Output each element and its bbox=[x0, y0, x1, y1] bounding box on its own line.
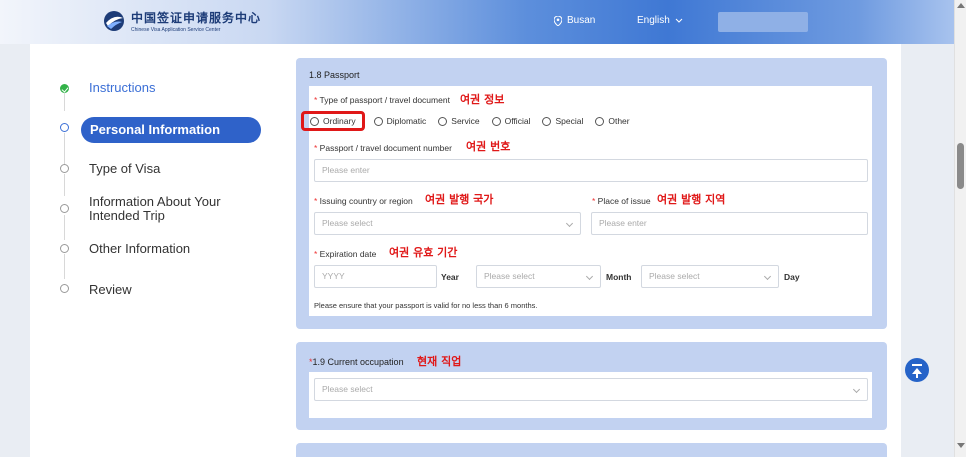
radio-official[interactable]: Official bbox=[491, 116, 530, 126]
place-of-issue-annotation: 여권 발행 지역 bbox=[657, 193, 726, 206]
step-type-of-visa[interactable]: Type of Visa bbox=[89, 162, 160, 176]
radio-ordinary[interactable]: Ordinary bbox=[301, 111, 365, 131]
step-connector bbox=[64, 93, 65, 111]
step-review[interactable]: Review bbox=[89, 283, 132, 297]
passport-type-annotation: 여권 정보 bbox=[460, 93, 505, 106]
step-pending-dot-icon bbox=[60, 244, 69, 253]
step-personal-information[interactable]: Personal Information bbox=[81, 117, 261, 143]
occupation-placeholder: Please select bbox=[322, 384, 373, 394]
step-instructions[interactable]: Instructions bbox=[89, 81, 155, 95]
expiry-month-select[interactable]: Please select bbox=[476, 265, 601, 288]
arrow-up-icon bbox=[916, 374, 918, 378]
month-unit-label: Month bbox=[606, 272, 632, 282]
expiry-year-input[interactable]: YYYY bbox=[314, 265, 437, 288]
radio-service[interactable]: Service bbox=[438, 116, 480, 126]
step-intended-trip[interactable]: Information About Your Intended Trip bbox=[89, 195, 229, 223]
expiry-month-placeholder: Please select bbox=[484, 271, 535, 281]
step-connector bbox=[64, 133, 65, 165]
radio-circle-icon bbox=[595, 116, 605, 126]
step-personal-information-label: Personal Information bbox=[90, 122, 221, 137]
expiry-day-select[interactable]: Please select bbox=[641, 265, 779, 288]
step-active-dot-icon bbox=[60, 123, 69, 132]
issuing-country-annotation: 여권 발행 국가 bbox=[425, 193, 494, 206]
step-pending-dot-icon bbox=[60, 204, 69, 213]
step-pending-dot-icon bbox=[60, 284, 69, 293]
passport-type-label: * Type of passport / travel document bbox=[314, 95, 450, 105]
step-connector bbox=[64, 174, 65, 196]
step-done-check-icon bbox=[60, 84, 69, 93]
occupation-select[interactable]: Please select bbox=[314, 378, 868, 401]
location-selector[interactable]: Busan bbox=[554, 15, 595, 26]
language-label: English bbox=[637, 15, 670, 26]
radio-diplomatic[interactable]: Diplomatic bbox=[373, 116, 426, 126]
expiry-day-placeholder: Please select bbox=[649, 271, 700, 281]
step-other-information[interactable]: Other Information bbox=[89, 242, 190, 256]
expiration-date-label: * Expiration date bbox=[314, 249, 377, 259]
radio-circle-icon bbox=[310, 116, 319, 126]
chevron-down-icon bbox=[763, 272, 772, 281]
passport-section: 1.8 Passport * Type of passport / travel… bbox=[296, 58, 887, 329]
radio-circle-icon bbox=[491, 116, 501, 126]
occupation-form-card: Please select bbox=[309, 372, 872, 418]
radio-circle-icon bbox=[373, 116, 383, 126]
radio-circle-icon bbox=[438, 116, 448, 126]
scroll-down-arrow-icon[interactable] bbox=[957, 443, 965, 448]
passport-validity-note: Please ensure that your passport is vali… bbox=[314, 301, 538, 310]
radio-circle-icon bbox=[542, 116, 552, 126]
user-account-redacted[interactable] bbox=[718, 12, 808, 32]
logo-text-english: Chinese Visa Application Service Center bbox=[131, 27, 221, 33]
next-section bbox=[296, 443, 887, 457]
progress-sidebar: Instructions Personal Information Type o… bbox=[51, 56, 278, 321]
chevron-down-icon bbox=[585, 272, 594, 281]
issuing-country-placeholder: Please select bbox=[322, 218, 373, 228]
expiration-date-annotation: 여권 유효 기간 bbox=[389, 246, 458, 259]
year-unit-label: Year bbox=[441, 272, 459, 282]
passport-section-title: 1.8 Passport bbox=[309, 70, 360, 80]
issuing-country-label: * Issuing country or region bbox=[314, 196, 413, 206]
page-scrollbar[interactable] bbox=[954, 0, 966, 457]
site-header: 中国签证申请服务中心 Chinese Visa Application Serv… bbox=[0, 0, 954, 44]
logo-swoosh-icon bbox=[104, 11, 124, 31]
place-of-issue-input[interactable]: Please enter bbox=[591, 212, 868, 235]
passport-number-input[interactable]: Please enter bbox=[314, 159, 868, 182]
issuing-country-select[interactable]: Please select bbox=[314, 212, 581, 235]
radio-special[interactable]: Special bbox=[542, 116, 583, 126]
back-to-top-button[interactable] bbox=[905, 358, 929, 382]
passport-number-annotation: 여권 번호 bbox=[466, 140, 511, 153]
occupation-section-title: *1.9 Current occupation bbox=[309, 357, 404, 367]
chevron-down-icon bbox=[852, 385, 861, 394]
step-connector bbox=[64, 215, 65, 240]
passport-type-radio-group: Ordinary Diplomatic Service Official Spe… bbox=[301, 111, 642, 131]
step-connector bbox=[64, 254, 65, 279]
step-pending-dot-icon bbox=[60, 164, 69, 173]
occupation-annotation: 현재 직업 bbox=[417, 355, 462, 368]
occupation-section: *1.9 Current occupation 현재 직업 Please sel… bbox=[296, 342, 887, 430]
place-of-issue-label: * Place of issue bbox=[592, 196, 651, 206]
passport-form-card: * Type of passport / travel document 여권 … bbox=[301, 86, 872, 316]
scroll-up-arrow-icon[interactable] bbox=[957, 3, 965, 8]
radio-other[interactable]: Other bbox=[595, 116, 630, 126]
location-label: Busan bbox=[567, 15, 596, 26]
logo-text-chinese: 中国签证申请服务中心 bbox=[131, 11, 262, 25]
passport-number-label: * Passport / travel document number bbox=[314, 143, 452, 153]
chevron-down-icon bbox=[675, 18, 683, 23]
day-unit-label: Day bbox=[784, 272, 800, 282]
scrollbar-thumb[interactable] bbox=[957, 143, 964, 189]
location-pin-icon bbox=[554, 15, 562, 26]
site-logo[interactable]: 中国签证申请服务中心 Chinese Visa Application Serv… bbox=[103, 9, 261, 33]
language-selector[interactable]: English bbox=[637, 15, 683, 26]
chevron-down-icon bbox=[565, 219, 574, 228]
